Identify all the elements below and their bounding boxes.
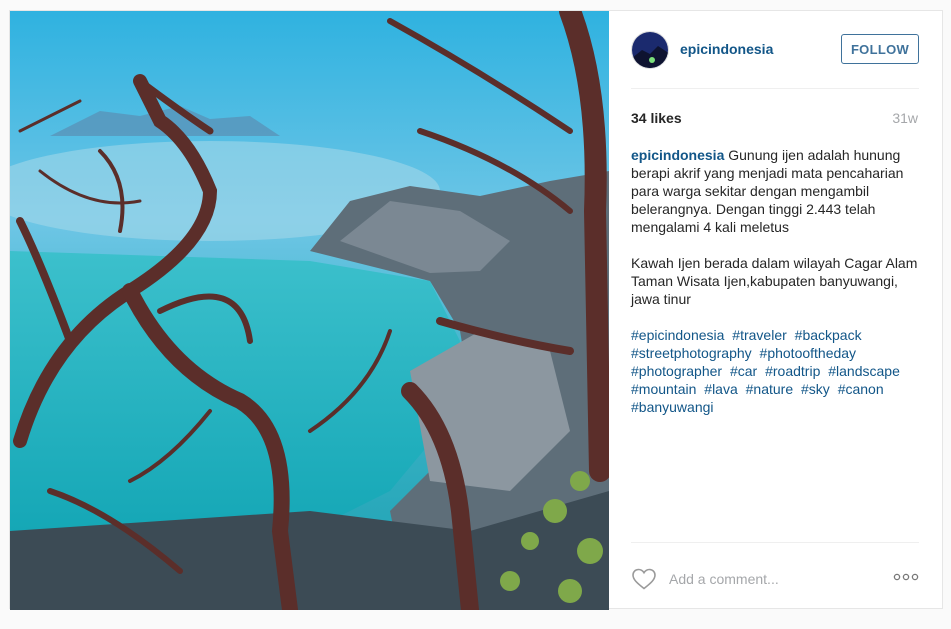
caption-paragraph-1: epicindonesia Gunung ijen adalah hunung …	[631, 146, 921, 236]
hashtag[interactable]: #car	[730, 363, 757, 379]
hashtag[interactable]: #roadtrip	[765, 363, 820, 379]
hashtag[interactable]: #nature	[746, 381, 793, 397]
hashtag[interactable]: #streetphotography	[631, 345, 752, 361]
hashtag[interactable]: #canon	[838, 381, 884, 397]
follow-button[interactable]: FOLLOW	[841, 34, 919, 64]
hashtag[interactable]: #mountain	[631, 381, 696, 397]
comment-divider	[631, 542, 919, 543]
post-card: epicindonesia FOLLOW 34 likes 31w epicin…	[9, 10, 943, 610]
hashtag[interactable]: #backpack	[795, 327, 862, 343]
hashtag[interactable]: #lava	[704, 381, 737, 397]
post-caption: epicindonesia Gunung ijen adalah hunung …	[631, 146, 921, 416]
hashtag[interactable]: #sky	[801, 381, 830, 397]
post-photo[interactable]	[10, 11, 609, 610]
hashtag-list: #epicindonesia #traveler #backpack #stre…	[631, 326, 921, 416]
hashtag[interactable]: #banyuwangi	[631, 399, 714, 415]
post-sidebar: epicindonesia FOLLOW 34 likes 31w epicin…	[609, 11, 942, 608]
caption-text-2: Kawah Ijen berada dalam wilayah Cagar Al…	[631, 255, 918, 307]
hashtag[interactable]: #traveler	[732, 327, 786, 343]
hashtag[interactable]: #photographer	[631, 363, 722, 379]
avatar[interactable]	[631, 31, 669, 69]
more-options-icon[interactable]	[893, 570, 919, 584]
hashtag[interactable]: #epicindonesia	[631, 327, 724, 343]
comment-bar	[631, 564, 919, 594]
username-link[interactable]: epicindonesia	[680, 41, 773, 57]
post-timestamp[interactable]: 31w	[892, 110, 918, 126]
heart-outline-icon[interactable]	[631, 567, 657, 596]
hashtag[interactable]: #photooftheday	[760, 345, 857, 361]
comment-input[interactable]	[669, 568, 869, 590]
hashtag[interactable]: #landscape	[828, 363, 900, 379]
post-header: epicindonesia FOLLOW	[631, 31, 919, 71]
caption-username[interactable]: epicindonesia	[631, 147, 724, 163]
header-divider	[631, 88, 919, 89]
likes-count[interactable]: 34 likes	[631, 110, 682, 126]
